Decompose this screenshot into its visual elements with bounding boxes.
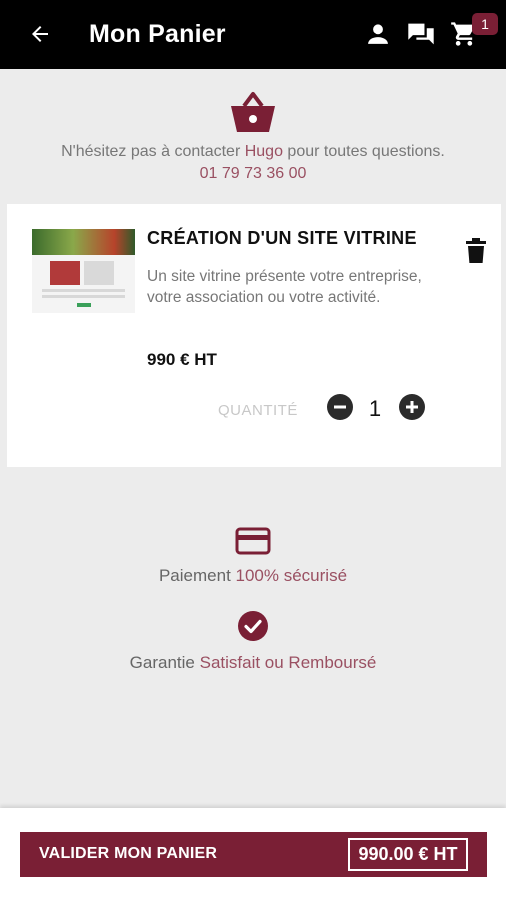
trash-icon [466, 238, 486, 263]
contact-section: N'hésitez pas à contacter Hugo pour tout… [0, 90, 506, 183]
credit-card-icon [235, 527, 271, 555]
minus-icon [334, 405, 346, 409]
payment-accent: 100% sécurisé [235, 566, 348, 585]
guarantee-text: Garantie Satisfait ou Remboursé [0, 653, 506, 673]
remove-item-button[interactable] [465, 238, 489, 266]
product-thumbnail [32, 229, 135, 313]
quantity-decrease-button[interactable] [327, 394, 353, 420]
validate-cart-label: VALIDER MON PANIER [39, 845, 218, 862]
product-title: CRÉATION D'UN SITE VITRINE [147, 228, 417, 248]
validate-cart-button[interactable]: VALIDER MON PANIER 990.00 € HT [20, 832, 487, 877]
app-header: Mon Panier 1 [0, 0, 506, 69]
user-icon [368, 24, 388, 44]
payment-prefix: Paiement [158, 566, 236, 585]
guarantee-prefix: Garantie [129, 653, 200, 672]
contact-text: N'hésitez pas à contacter Hugo pour tout… [0, 143, 506, 161]
contact-text-prefix: N'hésitez pas à contacter [61, 143, 245, 160]
contact-name-link[interactable]: Hugo [245, 143, 283, 160]
quantity-value: 1 [368, 396, 382, 421]
quantity-increase-button[interactable] [399, 394, 425, 420]
product-description: Un site vitrine présente votre entrepris… [147, 268, 422, 306]
cart-item-card: CRÉATION D'UN SITE VITRINE Un site vitri… [7, 204, 501, 467]
back-arrow-icon [32, 26, 48, 42]
guarantee-feature: Garantie Satisfait ou Remboursé [0, 610, 506, 673]
contact-phone-link[interactable]: 01 79 73 36 00 [0, 165, 506, 183]
product-price: 990 € HT [147, 350, 217, 369]
account-button[interactable] [362, 18, 394, 50]
check-circle-icon [238, 611, 268, 641]
chat-button[interactable] [405, 18, 437, 50]
basket-icon [231, 92, 275, 132]
secure-payment-feature: Paiement 100% sécurisé [0, 527, 506, 586]
cart-total: 990.00 € HT [348, 838, 468, 871]
back-button[interactable] [24, 18, 56, 50]
page-title: Mon Panier [89, 20, 226, 48]
chat-icon [407, 23, 434, 45]
checkout-footer: VALIDER MON PANIER 990.00 € HT [0, 808, 506, 900]
plus-icon [406, 401, 418, 413]
contact-text-suffix: pour toutes questions. [282, 143, 445, 160]
secure-payment-text: Paiement 100% sécurisé [0, 566, 506, 586]
quantity-label: QUANTITÉ [218, 402, 298, 419]
cart-count-badge: 1 [472, 13, 498, 35]
guarantee-accent: Satisfait ou Remboursé [199, 653, 377, 672]
